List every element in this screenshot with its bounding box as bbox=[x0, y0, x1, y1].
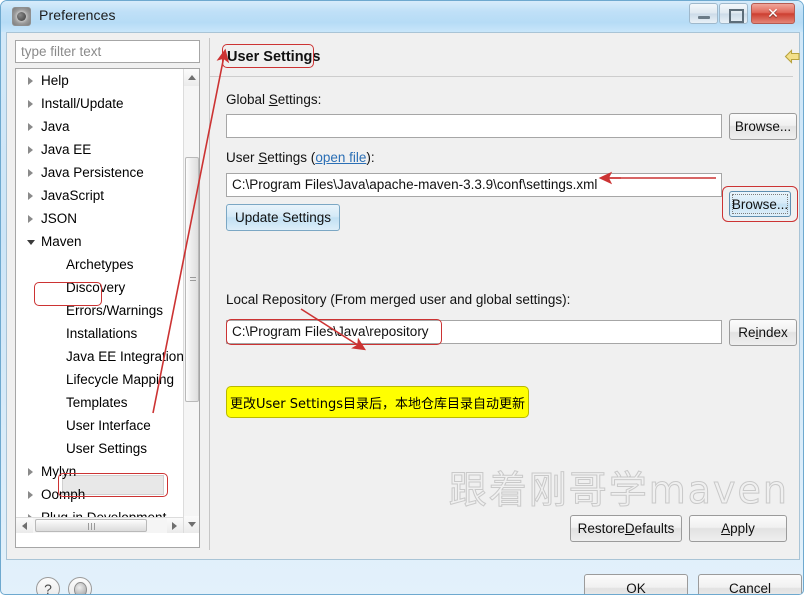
scroll-right-arrow-icon[interactable] bbox=[167, 518, 184, 533]
chevron-right-icon[interactable] bbox=[28, 100, 33, 108]
title-divider bbox=[210, 76, 793, 77]
oomph-shell-icon[interactable] bbox=[68, 577, 92, 594]
tree-item-label: Mylyn bbox=[41, 464, 77, 479]
window-titlebar: Preferences ✕ bbox=[1, 1, 803, 32]
vertical-scroll-thumb[interactable] bbox=[185, 157, 199, 402]
open-file-link[interactable]: open file bbox=[315, 150, 366, 165]
chevron-right-icon[interactable] bbox=[28, 491, 33, 499]
user-settings-browse-highlight bbox=[722, 186, 798, 222]
chevron-right-icon[interactable] bbox=[28, 215, 33, 223]
tree-item-label: Java EE bbox=[41, 142, 92, 157]
tree-item-label: Help bbox=[41, 73, 69, 88]
tree-item-json[interactable]: JSON bbox=[16, 207, 184, 230]
preferences-tree[interactable]: Help Install/Update Java Java EE Java Pe… bbox=[15, 68, 200, 548]
tree-item-label: Archetypes bbox=[66, 257, 134, 272]
tree-item-mylyn[interactable]: Mylyn bbox=[16, 460, 184, 483]
minimize-button[interactable] bbox=[689, 3, 718, 24]
cancel-button[interactable]: Cancel bbox=[698, 574, 802, 594]
tree-item-maven[interactable]: Maven bbox=[16, 230, 184, 253]
chevron-right-icon[interactable] bbox=[28, 77, 33, 85]
tree-item-label: Discovery bbox=[66, 280, 126, 295]
tree-item-label: Java bbox=[41, 119, 70, 134]
apply-button[interactable]: Apply bbox=[689, 515, 787, 542]
tree-item-oomph[interactable]: Oomph bbox=[16, 483, 184, 506]
user-settings-label: User Settings (open file): bbox=[226, 150, 375, 165]
preferences-gear-icon bbox=[12, 7, 31, 26]
window-title: Preferences bbox=[39, 7, 116, 23]
scroll-down-arrow-icon[interactable] bbox=[184, 516, 199, 533]
tree-item-label: Install/Update bbox=[41, 96, 124, 111]
tree-item-user-settings[interactable]: User Settings bbox=[16, 437, 184, 460]
global-settings-input[interactable] bbox=[226, 114, 722, 138]
tree-item-java-ee[interactable]: Java EE bbox=[16, 138, 184, 161]
tree-item-label: Templates bbox=[66, 395, 128, 410]
tree-item-templates[interactable]: Templates bbox=[16, 391, 184, 414]
user-settings-input[interactable]: C:\Program Files\Java\apache-maven-3.3.9… bbox=[226, 173, 722, 197]
tree-item-list: Help Install/Update Java Java EE Java Pe… bbox=[16, 69, 184, 533]
tree-item-label: Oomph bbox=[41, 487, 86, 502]
global-settings-label: Global Settings: bbox=[226, 92, 322, 107]
reindex-button[interactable]: Re i ndex bbox=[729, 319, 797, 346]
tree-item-errors-warnings[interactable]: Errors/Warnings bbox=[16, 299, 184, 322]
tree-item-archetypes[interactable]: Archetypes bbox=[16, 253, 184, 276]
tree-horizontal-scrollbar[interactable] bbox=[16, 517, 184, 533]
close-icon: ✕ bbox=[767, 5, 779, 21]
ok-button[interactable]: OK bbox=[584, 574, 688, 594]
tree-item-installations[interactable]: Installations bbox=[16, 322, 184, 345]
filter-input[interactable]: type filter text bbox=[15, 40, 200, 63]
chevron-right-icon[interactable] bbox=[28, 146, 33, 154]
tree-item-help[interactable]: Help bbox=[16, 69, 184, 92]
dialog-body: type filter text Help Install/Update Jav… bbox=[6, 32, 802, 594]
tree-item-label: Installations bbox=[66, 326, 138, 341]
chevron-right-icon[interactable] bbox=[28, 169, 33, 177]
tree-item-label: Lifecycle Mapping bbox=[66, 372, 175, 387]
close-button[interactable]: ✕ bbox=[751, 3, 795, 24]
chevron-down-icon[interactable] bbox=[27, 240, 35, 245]
tree-item-user-interface[interactable]: User Interface bbox=[16, 414, 184, 437]
local-repository-label: Local Repository (From merged user and g… bbox=[226, 292, 571, 307]
tree-item-java-persistence[interactable]: Java Persistence bbox=[16, 161, 184, 184]
watermark: 跟着刚哥学maven bbox=[448, 468, 789, 513]
page-title-highlight bbox=[222, 44, 314, 68]
tree-item-label: User Interface bbox=[66, 418, 151, 433]
tree-vertical-scrollbar[interactable] bbox=[183, 69, 199, 533]
tree-item-label: Errors/Warnings bbox=[66, 303, 164, 318]
restore-defaults-button[interactable]: Restore Defaults bbox=[570, 515, 682, 542]
tree-item-java[interactable]: Java bbox=[16, 115, 184, 138]
maximize-button[interactable] bbox=[719, 3, 748, 24]
chevron-right-icon[interactable] bbox=[28, 468, 33, 476]
scroll-up-arrow-icon[interactable] bbox=[184, 69, 199, 86]
scroll-left-arrow-icon[interactable] bbox=[16, 518, 33, 533]
help-icon[interactable]: ? bbox=[36, 577, 60, 594]
chevron-right-icon[interactable] bbox=[28, 192, 33, 200]
preference-page-user-settings: User Settings Global Settings: Browse...… bbox=[209, 38, 800, 550]
horizontal-scroll-thumb[interactable] bbox=[35, 519, 147, 532]
tree-item-install-update[interactable]: Install/Update bbox=[16, 92, 184, 115]
preferences-window: Preferences ✕ type filter text Help Inst… bbox=[0, 0, 804, 595]
tree-item-label: JavaScript bbox=[41, 188, 105, 203]
tree-item-label: User Settings bbox=[66, 441, 148, 456]
tree-item-label: Java EE Integration bbox=[66, 349, 184, 364]
update-settings-button[interactable]: Update Settings bbox=[226, 204, 340, 231]
tree-item-label: Maven bbox=[41, 234, 82, 249]
back-arrow-icon[interactable] bbox=[784, 49, 801, 64]
tree-item-label: Java Persistence bbox=[41, 165, 144, 180]
tree-item-javascript[interactable]: JavaScript bbox=[16, 184, 184, 207]
tree-item-java-ee-integration[interactable]: Java EE Integration bbox=[16, 345, 184, 368]
annotation-note: 更改User Settings目录后，本地仓库目录自动更新 bbox=[226, 386, 529, 418]
tree-item-discovery[interactable]: Discovery bbox=[16, 276, 184, 299]
local-repository-highlight bbox=[226, 319, 442, 345]
tree-item-lifecycle-mapping[interactable]: Lifecycle Mapping bbox=[16, 368, 184, 391]
chevron-right-icon[interactable] bbox=[28, 123, 33, 131]
tree-item-label: JSON bbox=[41, 211, 78, 226]
global-settings-browse-button[interactable]: Browse... bbox=[729, 113, 797, 140]
dialog-footer: ? OK Cancel bbox=[12, 560, 803, 594]
